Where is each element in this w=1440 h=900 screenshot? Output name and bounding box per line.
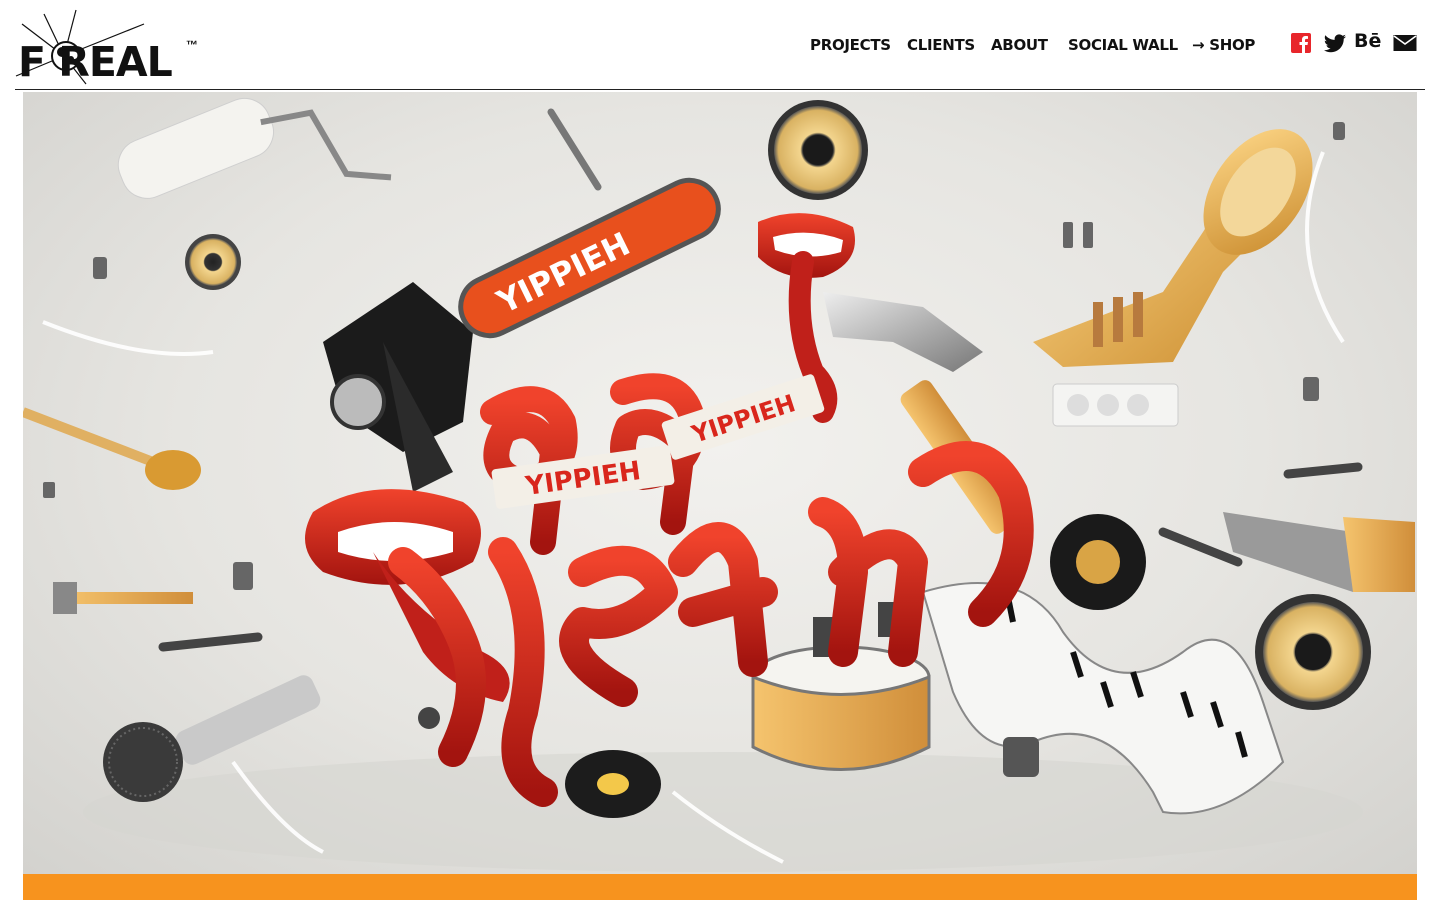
vinyl-record [565,750,661,818]
trademark: ™ [186,38,198,52]
trumpet [1033,129,1313,367]
twitter-icon[interactable] [1323,32,1346,54]
wrench-top [547,108,602,191]
hand-saw [1223,512,1415,592]
header-divider [15,89,1425,90]
brand-logo[interactable]: F REAL ™ [14,4,214,86]
hero-illustration: YIPPIEH YIPPIEH YIPPIEH [23,97,1415,872]
facebook-icon[interactable] [1290,32,1312,54]
hero-artwork[interactable]: YIPPIEH YIPPIEH YIPPIEH [23,92,1417,874]
behance-icon[interactable]: Bē [1354,30,1382,52]
nav-clients[interactable]: CLIENTS [907,36,975,54]
brand-name: F REAL [18,38,173,86]
power-strip [1052,383,1179,427]
nav-shop[interactable]: → SHOP [1192,36,1255,54]
tape-roll [1050,514,1146,610]
nav-about[interactable]: ABOUT [991,36,1048,54]
paint-roller [117,97,392,199]
speaker-left [185,234,241,290]
nav-projects[interactable]: PROJECTS [810,36,891,54]
yippieh-banner-left: YIPPIEH [491,445,675,509]
mail-icon[interactable] [1393,34,1417,56]
hammer [823,292,1022,534]
accent-bar [23,874,1417,900]
wrench-left [158,632,263,652]
nav-social-wall[interactable]: SOCIAL WALL [1068,36,1178,54]
speaker-top [768,100,868,200]
small-hammer [53,582,193,614]
plunger [23,407,201,490]
speaker-right [1255,594,1371,710]
site-header: F REAL ™ PROJECTS CLIENTS ABOUT SOCIAL W… [0,0,1440,91]
